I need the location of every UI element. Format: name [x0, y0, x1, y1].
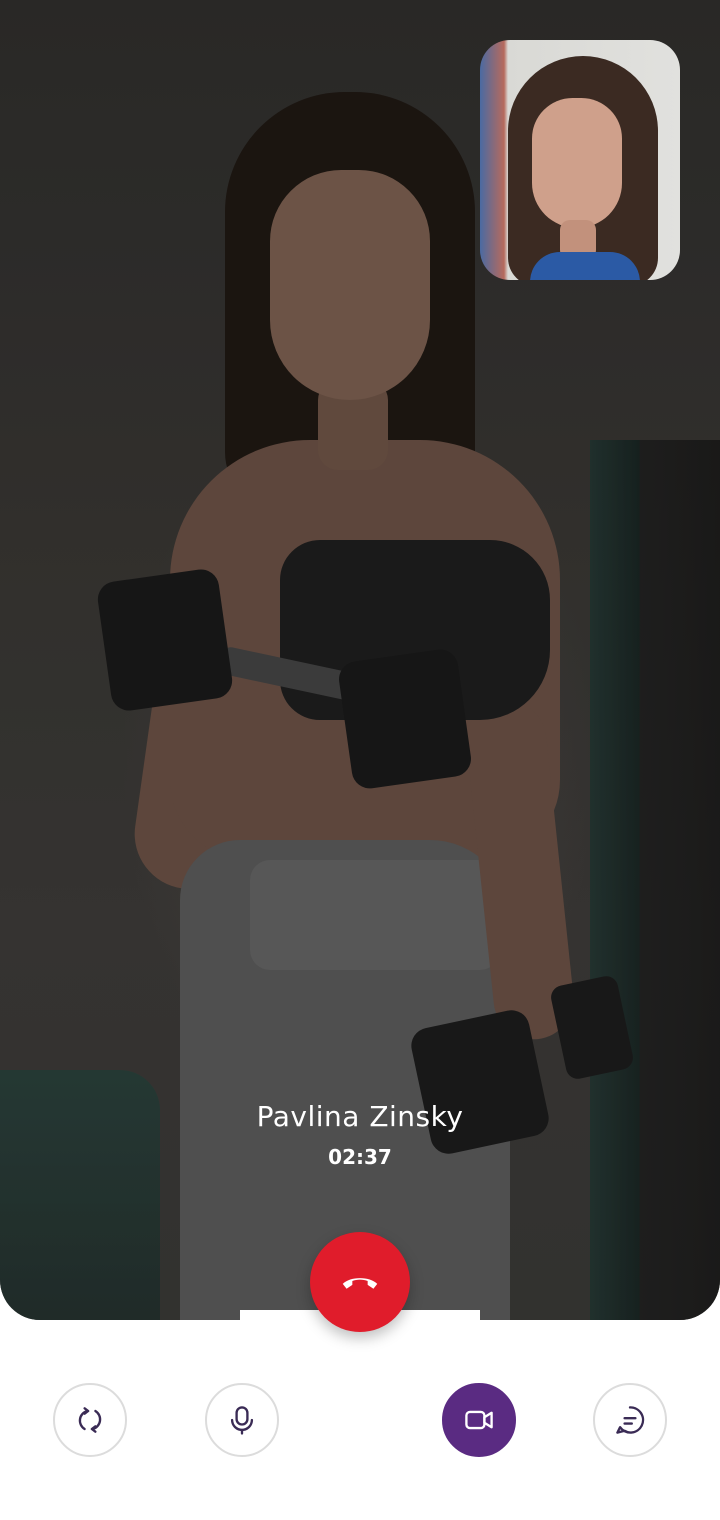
chat-bubble-icon — [616, 1406, 645, 1434]
switch-camera-button[interactable] — [53, 1383, 127, 1457]
call-timer: 02:37 — [328, 1145, 392, 1169]
caller-name: Pavlina Zinsky — [256, 1100, 464, 1133]
phone-hangup-icon — [342, 1278, 378, 1289]
end-call-button[interactable] — [310, 1232, 410, 1332]
rotate-icon — [78, 1407, 102, 1433]
video-camera-icon — [465, 1410, 493, 1430]
chat-button[interactable] — [593, 1383, 667, 1457]
self-video-preview[interactable] — [480, 40, 680, 280]
video-toggle-button[interactable] — [442, 1383, 516, 1457]
microphone-icon — [230, 1406, 254, 1435]
mute-microphone-button[interactable] — [205, 1383, 279, 1457]
